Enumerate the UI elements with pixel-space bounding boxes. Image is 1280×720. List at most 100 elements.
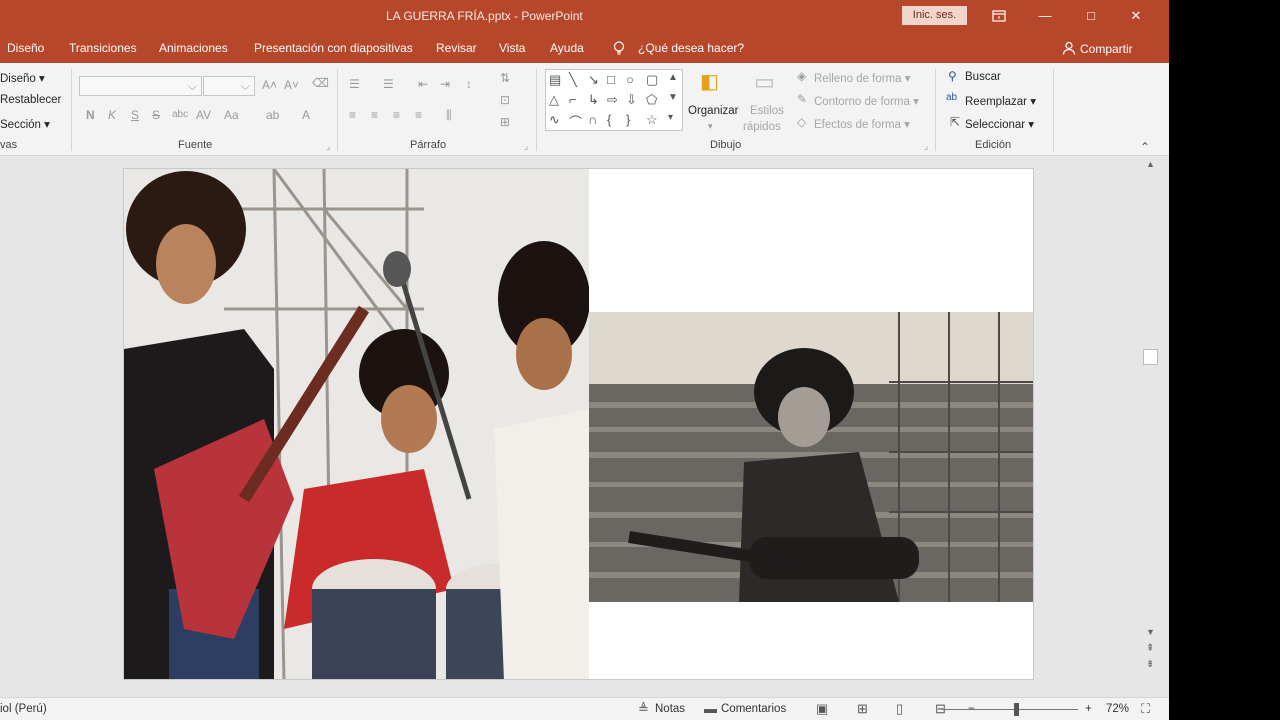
sign-in-button[interactable]: Inic. ses. [902, 6, 967, 25]
change-case-button[interactable]: Aa [224, 108, 239, 122]
bold-button[interactable]: N [86, 108, 95, 122]
paragraph-dialog-launcher-icon[interactable]: ⌟ [524, 141, 528, 152]
font-color-button[interactable]: A [302, 108, 310, 122]
shapes-gallery[interactable]: ▤ ╲ ↘ □ ○ ▢ △ ⌐ ↳ ⇨ ⇩ ⬠ ∿ ⌒ ∩ { } ☆ ▲ ▼ … [545, 69, 683, 131]
language-indicator[interactable]: iol (Perú) [0, 703, 47, 715]
tell-me-input[interactable]: ¿Qué desea hacer? [638, 41, 744, 55]
text-direction-icon[interactable]: ⇅ [500, 71, 510, 85]
elbow-connector-icon[interactable]: ⌐ [569, 92, 577, 107]
rectangle-shape-icon[interactable]: □ [607, 72, 615, 87]
share-button[interactable]: Compartir [1062, 41, 1133, 56]
italic-button[interactable]: K [108, 108, 116, 122]
collapse-ribbon-icon[interactable]: ⌃ [1140, 140, 1150, 154]
scroll-down-arrow-icon[interactable]: ▼ [1146, 627, 1155, 637]
align-right-icon[interactable]: ≡ [393, 108, 400, 122]
font-size-combo[interactable]: ⌵ [203, 76, 255, 96]
font-name-combo[interactable]: ⌵ [79, 76, 202, 96]
zoom-in-button[interactable]: + [1085, 703, 1092, 715]
shape-fill-button[interactable]: Relleno de forma ▾ [814, 71, 911, 85]
bullets-icon[interactable]: ☰ [349, 77, 360, 91]
more-shapes-icon[interactable]: ▾ [668, 112, 673, 123]
align-left-icon[interactable]: ≡ [349, 108, 356, 122]
numbering-icon[interactable]: ☰ [383, 77, 394, 91]
layout-button[interactable]: Diseño ▾ [0, 71, 45, 85]
drawing-dialog-launcher-icon[interactable]: ⌟ [924, 141, 928, 152]
normal-view-icon[interactable]: ▣ [816, 701, 828, 717]
strikethrough-button[interactable]: S [152, 108, 160, 122]
scroll-thumb[interactable] [1143, 349, 1158, 365]
pentagon-shape-icon[interactable]: ⬠ [646, 92, 657, 108]
tab-slideshow[interactable]: Presentación con diapositivas [254, 41, 413, 55]
oval-shape-icon[interactable]: ○ [626, 72, 634, 87]
freeform-shape-icon[interactable]: ∿ [549, 112, 560, 128]
select-button[interactable]: Seleccionar ▾ [965, 117, 1034, 131]
band-photo[interactable] [124, 169, 589, 680]
next-slide-icon[interactable]: ⇟ [1146, 659, 1154, 670]
shape-effects-button[interactable]: Efectos de forma ▾ [814, 117, 910, 131]
reset-button[interactable]: Restablecer [0, 94, 61, 106]
tab-animations[interactable]: Animaciones [159, 41, 228, 55]
scroll-down-icon[interactable]: ▼ [668, 92, 678, 103]
arc-shape-icon[interactable]: ⌒ [569, 112, 582, 131]
align-center-icon[interactable]: ≡ [371, 108, 378, 122]
festival-crowd-photo[interactable] [589, 312, 1034, 602]
justify-icon[interactable]: ≡ [415, 108, 422, 122]
tab-view[interactable]: Vista [499, 41, 525, 55]
close-button[interactable]: ✕ [1113, 0, 1159, 33]
right-arrow-shape-icon[interactable]: ⇨ [607, 92, 618, 108]
decrease-indent-icon[interactable]: ⇤ [418, 77, 428, 91]
down-arrow-shape-icon[interactable]: ⇩ [626, 92, 637, 108]
quick-styles-label-2[interactable]: rápidos [743, 121, 781, 133]
smartart-icon[interactable]: ⊞ [500, 115, 510, 129]
ribbon-display-options-button[interactable] [976, 0, 1022, 33]
reading-view-icon[interactable]: ▯ [896, 701, 903, 717]
font-dialog-launcher-icon[interactable]: ⌟ [326, 141, 330, 152]
previous-slide-icon[interactable]: ⇞ [1146, 643, 1154, 654]
minimize-button[interactable]: — [1022, 0, 1068, 33]
grow-font-icon[interactable]: A˄ [262, 78, 277, 92]
highlight-icon[interactable]: ab [266, 108, 279, 122]
clear-format-icon[interactable]: ⌫ [312, 76, 329, 90]
line-shape-icon[interactable]: ╲ [569, 72, 577, 88]
underline-button[interactable]: S [131, 108, 139, 122]
tab-design[interactable]: Diseño [7, 41, 44, 55]
zoom-slider-thumb[interactable] [1014, 703, 1019, 716]
tab-review[interactable]: Revisar [436, 41, 477, 55]
zoom-slider[interactable] [942, 709, 1078, 710]
section-button[interactable]: Sección ▾ [0, 117, 50, 131]
slide-canvas[interactable] [123, 168, 1034, 680]
spacing-icon[interactable]: AV [196, 108, 211, 122]
slide-sorter-icon[interactable]: ⊞ [857, 701, 868, 717]
scroll-up-arrow-icon[interactable]: ▲ [1146, 159, 1155, 169]
rounded-rect-shape-icon[interactable]: ▢ [646, 72, 658, 88]
replace-button[interactable]: Reemplazar ▾ [965, 94, 1036, 108]
tab-transitions[interactable]: Transiciones [69, 41, 137, 55]
find-button[interactable]: Buscar [965, 71, 1001, 83]
textbox-shape-icon[interactable]: ▤ [549, 72, 561, 88]
columns-icon[interactable]: ⫼ [446, 108, 452, 123]
tab-help[interactable]: Ayuda [550, 41, 584, 55]
line-spacing-icon[interactable]: ↕ [466, 77, 472, 91]
right-brace-shape-icon[interactable]: } [626, 112, 630, 127]
shadow-button[interactable]: abc [172, 109, 188, 120]
thumbnail-pane-edge[interactable] [0, 157, 8, 694]
increase-indent-icon[interactable]: ⇥ [440, 77, 450, 91]
fit-to-window-icon[interactable]: ⛶ [1141, 701, 1150, 717]
notes-button[interactable]: Notas [655, 703, 685, 715]
vertical-scrollbar[interactable]: ▲ ▼ ⇞ ⇟ [1143, 157, 1159, 694]
star-shape-icon[interactable]: ☆ [646, 112, 658, 128]
comments-button[interactable]: Comentarios [721, 703, 786, 715]
maximize-button[interactable]: □ [1068, 0, 1114, 33]
arrange-button[interactable]: Organizar [688, 105, 739, 117]
curve-shape-icon[interactable]: ∩ [588, 112, 597, 127]
shrink-font-icon[interactable]: A˅ [284, 78, 299, 92]
left-brace-shape-icon[interactable]: { [607, 112, 611, 127]
shape-outline-button[interactable]: Contorno de forma ▾ [814, 94, 919, 108]
elbow-arrow-icon[interactable]: ↳ [588, 92, 599, 108]
align-text-icon[interactable]: ⊡ [500, 93, 510, 107]
triangle-shape-icon[interactable]: △ [549, 92, 559, 108]
scroll-up-icon[interactable]: ▲ [668, 72, 678, 83]
arrow-shape-icon[interactable]: ↘ [588, 72, 599, 88]
zoom-level[interactable]: 72% [1106, 703, 1129, 715]
quick-styles-label-1[interactable]: Estilos [750, 105, 784, 117]
